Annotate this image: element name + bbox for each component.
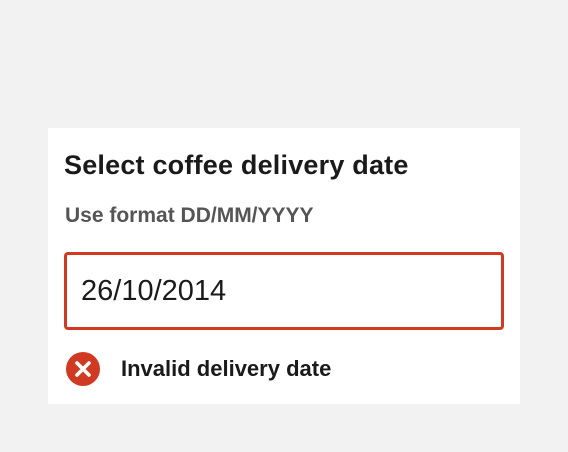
error-message: Invalid delivery date xyxy=(121,356,332,381)
format-hint: Use format DD/MM/YYYY xyxy=(65,204,314,227)
delivery-date-input[interactable] xyxy=(64,252,504,330)
date-form-card: Select coffee delivery date Use format D… xyxy=(48,128,520,404)
error-x-circle-icon xyxy=(66,352,100,386)
form-title: Select coffee delivery date xyxy=(64,150,409,180)
error-message-row: Invalid delivery date xyxy=(66,352,331,386)
